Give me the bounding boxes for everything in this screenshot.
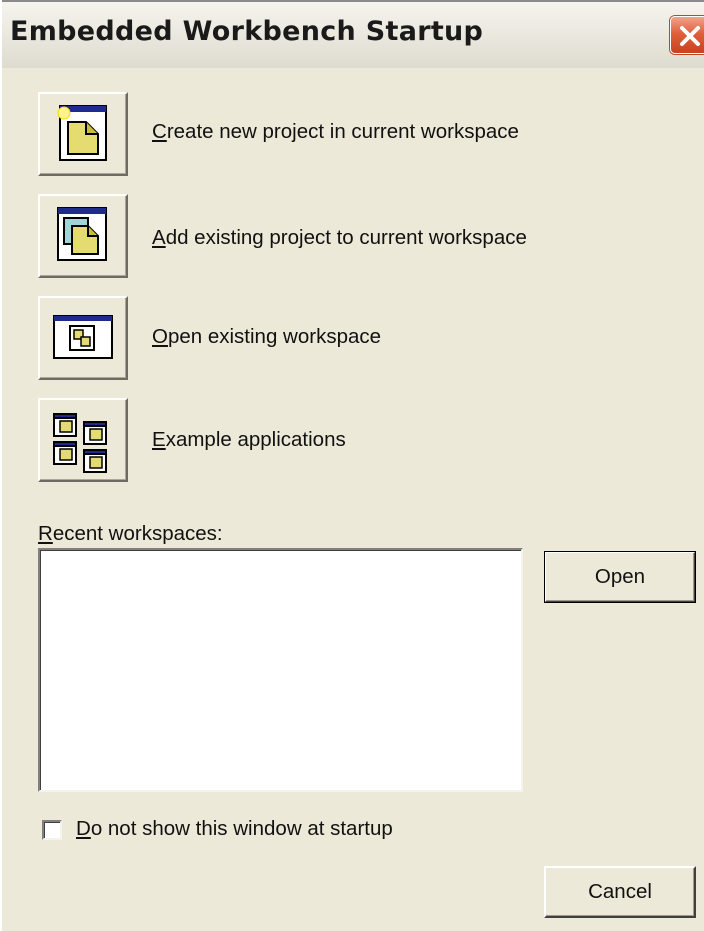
recent-workspaces-list[interactable]: [38, 548, 523, 792]
cancel-button[interactable]: Cancel: [544, 866, 696, 918]
add-existing-project-label[interactable]: Add existing project to current workspac…: [152, 226, 527, 250]
example-applications-icon: [53, 413, 107, 473]
example-applications-button[interactable]: [38, 398, 128, 482]
title-bar[interactable]: Embedded Workbench Startup: [2, 0, 704, 68]
startup-dialog: Embedded Workbench Startup Create new pr…: [0, 0, 704, 931]
do-not-show-checkbox[interactable]: [42, 820, 62, 840]
open-workspace-icon: [53, 315, 113, 359]
add-project-icon: [57, 207, 107, 261]
create-new-project-label[interactable]: Create new project in current workspace: [152, 120, 519, 144]
open-existing-workspace-button[interactable]: [38, 296, 128, 380]
open-existing-workspace-label[interactable]: Open existing workspace: [152, 325, 381, 349]
do-not-show-label[interactable]: Do not show this window at startup: [76, 817, 393, 841]
close-icon: [680, 26, 700, 46]
close-button[interactable]: [670, 16, 704, 54]
example-applications-label[interactable]: Example applications: [152, 428, 346, 452]
window-title: Embedded Workbench Startup: [10, 16, 484, 47]
add-existing-project-button[interactable]: [38, 194, 128, 278]
open-button[interactable]: Open: [544, 551, 696, 603]
create-new-project-button[interactable]: [38, 92, 128, 176]
new-project-icon: [57, 105, 107, 161]
recent-workspaces-label: Recent workspaces:: [38, 522, 223, 545]
